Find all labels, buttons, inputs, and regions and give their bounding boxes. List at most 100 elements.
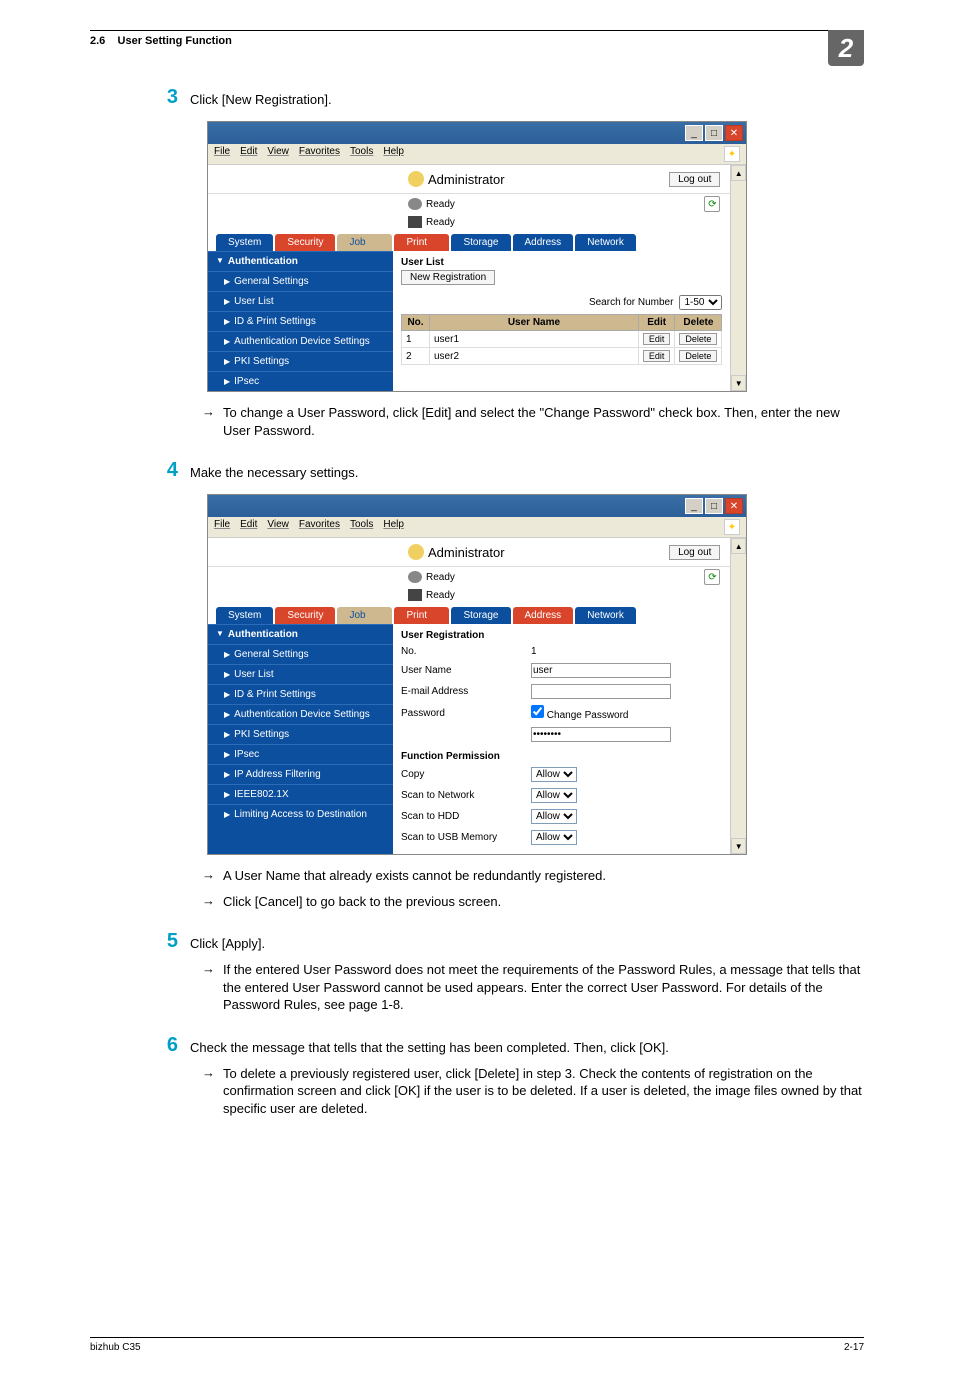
maximize-icon[interactable]: □ bbox=[705, 125, 723, 141]
tab-network[interactable]: Network bbox=[575, 234, 636, 251]
change-password-checkbox[interactable] bbox=[531, 705, 544, 718]
table-row: 1 user1 Edit Delete bbox=[402, 331, 722, 348]
menu-file[interactable]: File bbox=[214, 146, 230, 162]
delete-button[interactable]: Delete bbox=[679, 333, 717, 345]
step-3-num: 3 bbox=[150, 86, 190, 109]
refresh-icon[interactable]: ⟳ bbox=[704, 196, 720, 212]
scan-usb-label: Scan to USB Memory bbox=[401, 832, 531, 843]
refresh-icon[interactable]: ⟳ bbox=[704, 569, 720, 585]
tab-security[interactable]: Security bbox=[275, 234, 335, 251]
main-tabs: System Security Job Print Storage Addres… bbox=[216, 234, 722, 251]
ready-status-2: Ready bbox=[426, 590, 455, 601]
tab-print[interactable]: Print bbox=[394, 234, 449, 251]
sidebar-ipsec[interactable]: ▶IPsec bbox=[208, 744, 393, 764]
tab-address[interactable]: Address bbox=[513, 234, 574, 251]
step-5-text: Click [Apply]. bbox=[190, 930, 864, 953]
scroll-down-icon[interactable]: ▼ bbox=[731, 838, 746, 854]
tab-system[interactable]: System bbox=[216, 234, 273, 251]
email-input[interactable] bbox=[531, 684, 671, 699]
admin-label: Administrator bbox=[428, 545, 505, 560]
scrollbar[interactable]: ▲ ▼ bbox=[730, 165, 746, 391]
sidebar-pki[interactable]: ▶PKI Settings bbox=[208, 351, 393, 371]
sidebar-ip-filter[interactable]: ▶IP Address Filtering bbox=[208, 764, 393, 784]
scroll-down-icon[interactable]: ▼ bbox=[731, 375, 746, 391]
menu-edit[interactable]: Edit bbox=[240, 519, 257, 535]
menu-favorites[interactable]: Favorites bbox=[299, 146, 340, 162]
close-icon[interactable]: ✕ bbox=[725, 498, 743, 514]
footer-product: bizhub C35 bbox=[90, 1342, 141, 1353]
menu-tools[interactable]: Tools bbox=[350, 146, 373, 162]
password-input[interactable] bbox=[531, 727, 671, 742]
edit-button[interactable]: Edit bbox=[643, 350, 671, 362]
admin-icon bbox=[408, 171, 424, 187]
tab-security[interactable]: Security bbox=[275, 607, 335, 624]
delete-button[interactable]: Delete bbox=[679, 350, 717, 362]
scan-usb-select[interactable]: Allow bbox=[531, 830, 577, 845]
maximize-icon[interactable]: □ bbox=[705, 498, 723, 514]
scan-network-select[interactable]: Allow bbox=[531, 788, 577, 803]
sidebar-id-print[interactable]: ▶ID & Print Settings bbox=[208, 684, 393, 704]
ready-status-1: Ready bbox=[426, 572, 455, 583]
menu-edit[interactable]: Edit bbox=[240, 146, 257, 162]
new-registration-button[interactable]: New Registration bbox=[401, 270, 495, 285]
section-title: User Setting Function bbox=[118, 35, 232, 47]
tab-storage[interactable]: Storage bbox=[451, 607, 510, 624]
minimize-icon[interactable]: _ bbox=[685, 498, 703, 514]
sidebar-user-list[interactable]: ▶User List bbox=[208, 664, 393, 684]
tab-network[interactable]: Network bbox=[575, 607, 636, 624]
logout-button[interactable]: Log out bbox=[669, 172, 720, 187]
scan-hdd-select[interactable]: Allow bbox=[531, 809, 577, 824]
arrow-icon: → bbox=[202, 404, 215, 439]
tab-job[interactable]: Job bbox=[337, 234, 392, 251]
printer-icon bbox=[408, 589, 422, 601]
main-tabs: System Security Job Print Storage Addres… bbox=[216, 607, 722, 624]
search-range-select[interactable]: 1-50 bbox=[679, 295, 722, 310]
step-4-text: Make the necessary settings. bbox=[190, 459, 864, 482]
printer-icon bbox=[408, 216, 422, 228]
minimize-icon[interactable]: _ bbox=[685, 125, 703, 141]
col-username: User Name bbox=[430, 315, 639, 331]
step-4-note-2: Click [Cancel] to go back to the previou… bbox=[223, 893, 864, 911]
tab-job[interactable]: Job bbox=[337, 607, 392, 624]
step-3-text: Click [New Registration]. bbox=[190, 86, 864, 109]
logout-button[interactable]: Log out bbox=[669, 545, 720, 560]
close-icon[interactable]: ✕ bbox=[725, 125, 743, 141]
no-label: No. bbox=[401, 646, 531, 657]
sidebar-pki[interactable]: ▶PKI Settings bbox=[208, 724, 393, 744]
tab-print[interactable]: Print bbox=[394, 607, 449, 624]
tab-storage[interactable]: Storage bbox=[451, 234, 510, 251]
sidebar-general-settings[interactable]: ▶General Settings bbox=[208, 271, 393, 291]
sidebar-id-print[interactable]: ▶ID & Print Settings bbox=[208, 311, 393, 331]
search-label: Search for Number bbox=[589, 297, 673, 308]
sidebar-ipsec[interactable]: ▶IPsec bbox=[208, 371, 393, 391]
menu-view[interactable]: View bbox=[267, 519, 289, 535]
sidebar-limiting[interactable]: ▶Limiting Access to Destination bbox=[208, 804, 393, 824]
step-5-num: 5 bbox=[150, 930, 190, 953]
ready-status-1: Ready bbox=[426, 199, 455, 210]
sidebar-auth-device[interactable]: ▶Authentication Device Settings bbox=[208, 704, 393, 724]
sidebar-authentication[interactable]: ▼Authentication bbox=[208, 624, 393, 644]
sidebar-general-settings[interactable]: ▶General Settings bbox=[208, 644, 393, 664]
tab-address[interactable]: Address bbox=[513, 607, 574, 624]
edit-button[interactable]: Edit bbox=[643, 333, 671, 345]
scroll-up-icon[interactable]: ▲ bbox=[731, 165, 746, 181]
username-input[interactable] bbox=[531, 663, 671, 678]
menu-favorites[interactable]: Favorites bbox=[299, 519, 340, 535]
sidebar: ▼Authentication ▶General Settings ▶User … bbox=[208, 251, 393, 391]
tab-system[interactable]: System bbox=[216, 607, 273, 624]
menu-view[interactable]: View bbox=[267, 146, 289, 162]
function-permission-title: Function Permission bbox=[401, 751, 722, 762]
menu-help[interactable]: Help bbox=[383, 519, 404, 535]
menu-help[interactable]: Help bbox=[383, 146, 404, 162]
scroll-up-icon[interactable]: ▲ bbox=[731, 538, 746, 554]
scrollbar[interactable]: ▲ ▼ bbox=[730, 538, 746, 854]
copy-select[interactable]: Allow bbox=[531, 767, 577, 782]
col-edit: Edit bbox=[638, 315, 675, 331]
menu-file[interactable]: File bbox=[214, 519, 230, 535]
sidebar-user-list[interactable]: ▶User List bbox=[208, 291, 393, 311]
col-no: No. bbox=[402, 315, 430, 331]
sidebar-ieee[interactable]: ▶IEEE802.1X bbox=[208, 784, 393, 804]
menu-tools[interactable]: Tools bbox=[350, 519, 373, 535]
sidebar-auth-device[interactable]: ▶Authentication Device Settings bbox=[208, 331, 393, 351]
sidebar-authentication[interactable]: ▼Authentication bbox=[208, 251, 393, 271]
